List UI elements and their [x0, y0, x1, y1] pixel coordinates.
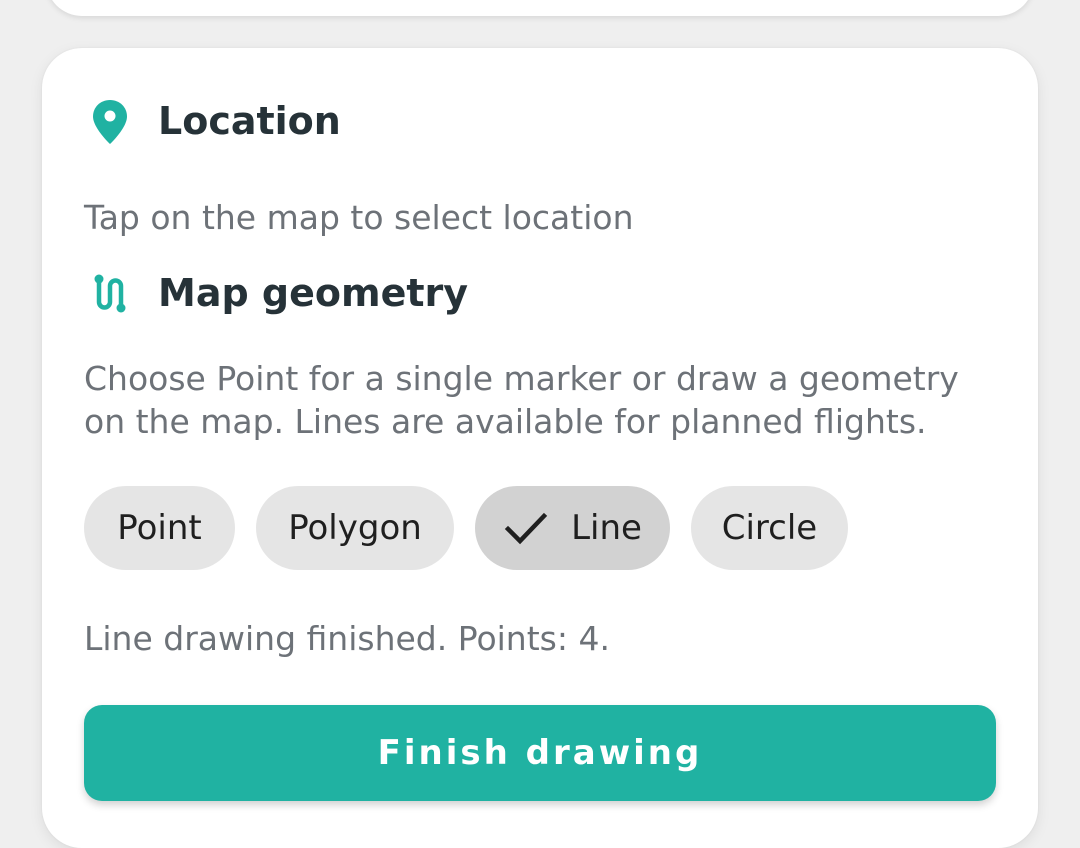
chip-line[interactable]: Line [475, 486, 670, 570]
map-geometry-title: Map geometry [158, 271, 469, 315]
map-geometry-help-text: Choose Point for a single marker or draw… [84, 359, 959, 441]
chip-point[interactable]: Point [84, 486, 235, 570]
chip-line-label: Line [571, 508, 642, 548]
chip-polygon[interactable]: Polygon [256, 486, 454, 570]
previous-card [46, 0, 1034, 16]
map-pin-icon [93, 100, 127, 144]
location-card: Location Tap on the map to select locati… [42, 48, 1038, 848]
chip-polygon-label: Polygon [288, 508, 422, 548]
route-icon [94, 274, 126, 313]
chip-circle[interactable]: Circle [691, 486, 848, 570]
chip-circle-label: Circle [721, 508, 818, 548]
location-help-text: Tap on the map to select location [84, 198, 634, 237]
finish-drawing-button[interactable]: Finish drawing [84, 705, 996, 801]
checkmark-icon [504, 512, 548, 545]
chip-point-label: Point [117, 508, 202, 548]
location-title: Location [158, 99, 341, 143]
drawing-status-text: Line drawing finished. Points: 4. [84, 619, 610, 658]
